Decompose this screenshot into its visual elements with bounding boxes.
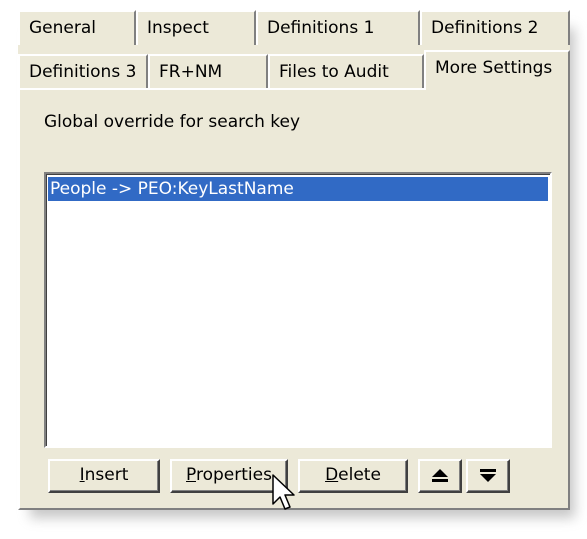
insert-button[interactable]: Insert — [48, 459, 160, 493]
more-settings-panel: Global override for search key People ->… — [18, 88, 570, 510]
move-down-icon — [480, 469, 496, 482]
tab-definitions-3[interactable]: Definitions 3 — [18, 54, 148, 89]
delete-label: elete — [338, 465, 381, 485]
tab-label: Definitions 1 — [267, 18, 375, 38]
tab-files-to-audit[interactable]: Files to Audit — [268, 54, 424, 89]
tab-more-settings[interactable]: More Settings — [424, 50, 570, 90]
tab-label: Definitions 3 — [29, 62, 137, 82]
tab-inspect[interactable]: Inspect — [136, 10, 256, 45]
properties-mnemonic: P — [186, 465, 196, 485]
list-item[interactable]: People -> PEO:KeyLastName — [48, 177, 548, 201]
search-key-override-label: Global override for search key — [44, 112, 301, 132]
search-key-override-list[interactable]: People -> PEO:KeyLastName — [44, 172, 552, 448]
tab-label: More Settings — [435, 58, 553, 78]
properties-button[interactable]: Properties — [170, 459, 288, 493]
tab-general[interactable]: General — [18, 10, 136, 45]
tab-definitions-1[interactable]: Definitions 1 — [256, 10, 420, 45]
tab-definitions-2[interactable]: Definitions 2 — [420, 10, 570, 45]
tab-label: General — [29, 18, 96, 38]
move-down-button[interactable] — [466, 459, 510, 493]
move-up-button[interactable] — [418, 459, 462, 493]
tab-label: Inspect — [147, 18, 209, 38]
tab-label: FR+NM — [159, 62, 223, 82]
mouse-cursor-icon — [272, 474, 295, 510]
move-up-icon — [432, 469, 448, 482]
settings-dialog: General Inspect Definitions 1 Definition… — [18, 10, 570, 510]
properties-label: roperties — [195, 465, 272, 485]
delete-mnemonic: D — [325, 465, 339, 485]
tab-fr-nm[interactable]: FR+NM — [148, 54, 268, 89]
insert-label: nsert — [84, 465, 129, 485]
tab-label: Definitions 2 — [431, 18, 539, 38]
tab-label: Files to Audit — [279, 62, 389, 82]
delete-button[interactable]: Delete — [298, 459, 408, 493]
